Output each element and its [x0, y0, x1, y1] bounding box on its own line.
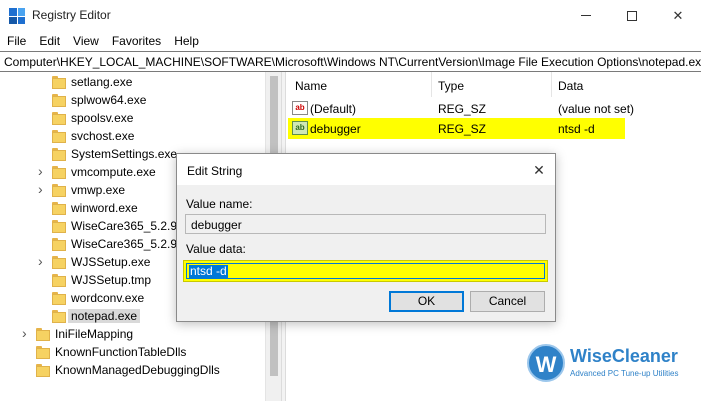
column-divider[interactable] — [551, 72, 552, 97]
address-path: Computer\HKEY_LOCAL_MACHINE\SOFTWARE\Mic… — [4, 55, 701, 69]
value-name: (Default) — [310, 102, 357, 116]
folder-icon — [36, 364, 50, 377]
column-divider[interactable] — [431, 72, 432, 97]
value-data-input[interactable]: ntsd -d — [186, 263, 545, 279]
folder-icon — [52, 310, 66, 323]
menu-file[interactable]: File — [0, 31, 32, 51]
close-button[interactable]: ✕ — [655, 0, 701, 31]
tree-item[interactable]: svchost.exe — [0, 128, 265, 146]
tree-item-label: WiseCare365_5.2.9.5 — [71, 237, 188, 251]
menu-favorites[interactable]: Favorites — [105, 31, 167, 51]
value-name-field: debugger — [185, 214, 546, 234]
tree-item-label: notepad.exe — [68, 309, 141, 323]
column-type[interactable]: Type — [438, 79, 464, 93]
chevron-right-icon[interactable]: › — [38, 163, 43, 179]
value-type: REG_SZ — [438, 122, 487, 136]
menu-edit[interactable]: Edit — [32, 31, 66, 51]
menu-view[interactable]: View — [66, 31, 105, 51]
address-bar[interactable]: Computer\HKEY_LOCAL_MACHINE\SOFTWARE\Mic… — [0, 51, 701, 72]
chevron-right-icon[interactable]: › — [38, 181, 43, 197]
registry-editor-icon — [9, 8, 25, 24]
value-data-text: ntsd -d — [189, 264, 228, 278]
folder-icon — [52, 112, 66, 125]
value-row[interactable]: ab (Default) REG_SZ (value not set) — [286, 98, 701, 118]
tree-item-label: IniFileMapping — [55, 327, 134, 341]
folder-icon — [52, 76, 66, 89]
dialog-close-icon[interactable]: ✕ — [529, 160, 549, 180]
folder-icon — [52, 130, 66, 143]
folder-icon — [52, 148, 66, 161]
tree-item-label: KnownManagedDebuggingDlls — [55, 363, 220, 377]
tree-item-label: vmwp.exe — [71, 183, 126, 197]
dialog-title: Edit String — [187, 164, 243, 178]
folder-icon — [52, 292, 66, 305]
dialog-title-bar: Edit String ✕ — [177, 154, 555, 185]
menu-bar: File Edit View Favorites Help — [0, 31, 701, 51]
folder-icon — [52, 166, 66, 179]
minimize-icon — [581, 15, 591, 16]
tree-item[interactable]: KnownFunctionTableDlls — [0, 344, 265, 362]
value-data-highlight: ntsd -d — [183, 260, 548, 282]
folder-icon — [52, 94, 66, 107]
value-type: REG_SZ — [438, 102, 487, 116]
value-data: ntsd -d — [558, 122, 595, 136]
value-data: (value not set) — [558, 102, 635, 116]
tree-item-label: KnownFunctionTableDlls — [55, 345, 187, 359]
window-title: Registry Editor — [32, 8, 111, 22]
edit-string-dialog: Edit String ✕ Value name: debugger Value… — [176, 153, 556, 322]
tree-item-label: svchost.exe — [71, 129, 135, 143]
watermark-name: WiseCleaner — [570, 346, 678, 366]
folder-icon — [36, 328, 50, 341]
maximize-icon — [627, 10, 637, 21]
folder-icon — [52, 202, 66, 215]
tree-item[interactable]: KnownManagedDebuggingDlls — [0, 362, 265, 380]
column-data[interactable]: Data — [558, 79, 583, 93]
wisecleaner-watermark: W WiseCleaner Advanced PC Tune-up Utilit… — [527, 342, 697, 386]
string-value-icon: ab — [292, 101, 308, 115]
maximize-button[interactable] — [609, 0, 655, 31]
tree-item-label: wordconv.exe — [71, 291, 145, 305]
minimize-button[interactable] — [563, 0, 609, 31]
tree-item-label: WJSSetup.tmp — [71, 273, 152, 287]
tree-item-label: splwow64.exe — [71, 93, 147, 107]
tree-item[interactable]: spoolsv.exe — [0, 110, 265, 128]
value-name-label: Value name: — [186, 197, 253, 211]
value-data-label: Value data: — [186, 242, 246, 256]
folder-icon — [52, 256, 66, 269]
tree-item-label: WiseCare365_5.2.9.5 — [71, 219, 188, 233]
tree-item[interactable]: › IniFileMapping — [0, 325, 265, 344]
wisecleaner-logo: W — [527, 344, 565, 382]
tree-item[interactable]: splwow64.exe — [0, 92, 265, 110]
tree-item-label: vmcompute.exe — [71, 165, 156, 179]
tree-item-label: winword.exe — [71, 201, 138, 215]
list-header: Name Type Data — [286, 72, 701, 97]
folder-icon — [52, 238, 66, 251]
title-bar: Registry Editor ✕ — [0, 0, 701, 31]
chevron-right-icon[interactable]: › — [22, 325, 27, 341]
tree-item-label: spoolsv.exe — [71, 111, 134, 125]
watermark-tagline: Advanced PC Tune-up Utilities — [570, 369, 679, 378]
folder-icon — [52, 184, 66, 197]
folder-icon — [52, 220, 66, 233]
tree-item-label: setlang.exe — [71, 75, 133, 89]
value-name: debugger — [310, 122, 361, 136]
ok-button[interactable]: OK — [389, 291, 464, 312]
close-icon: ✕ — [672, 7, 684, 23]
column-name[interactable]: Name — [295, 79, 327, 93]
folder-icon — [52, 274, 66, 287]
string-value-icon: ab — [292, 121, 308, 135]
tree-item-label: WJSSetup.exe — [71, 255, 151, 269]
tree-item-label: SystemSettings.exe — [71, 147, 178, 161]
value-row[interactable]: ab debugger REG_SZ ntsd -d — [286, 118, 701, 139]
cancel-button[interactable]: Cancel — [470, 291, 545, 312]
chevron-right-icon[interactable]: › — [38, 253, 43, 269]
folder-icon — [36, 346, 50, 359]
tree-item[interactable]: setlang.exe — [0, 74, 265, 92]
menu-help[interactable]: Help — [167, 31, 205, 51]
